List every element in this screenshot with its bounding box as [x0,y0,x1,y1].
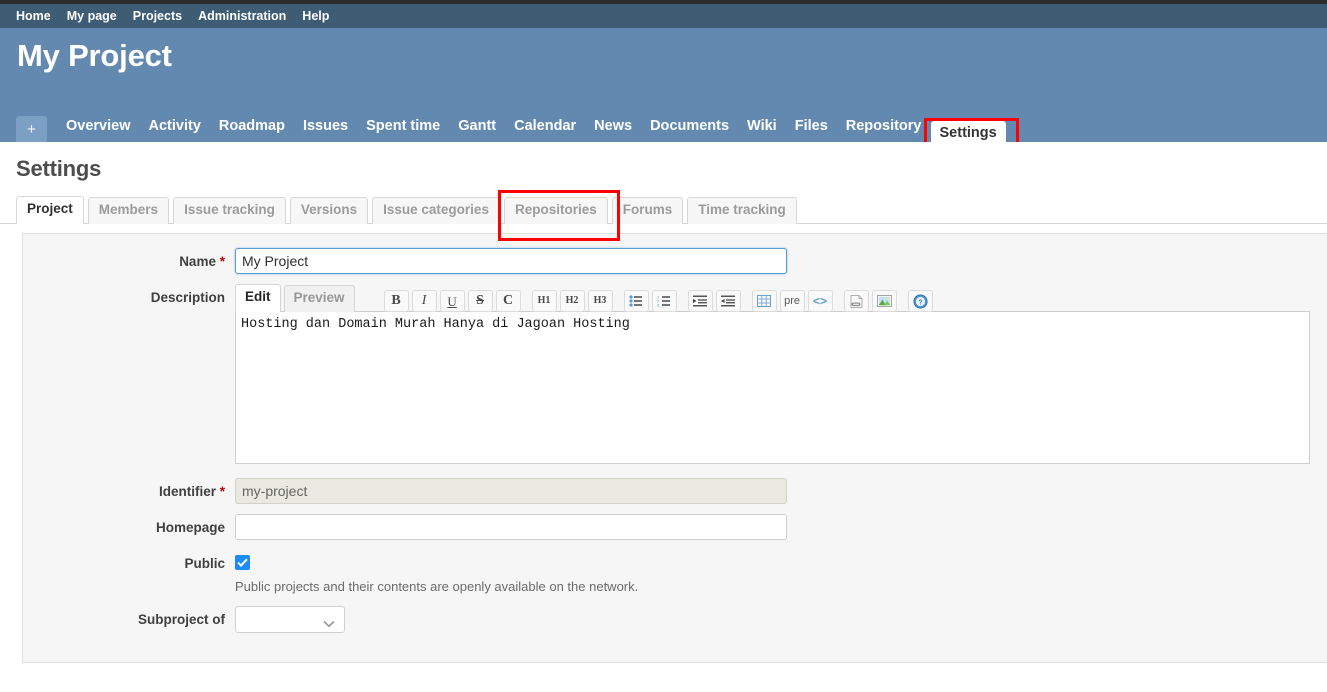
description-label: Description [23,284,235,307]
strikethrough-icon[interactable]: S [468,290,493,312]
table-icon[interactable] [752,290,777,312]
subproject-label: Subproject of [23,606,235,629]
field-row-identifier: Identifier * [23,478,1327,504]
heading-1-icon[interactable]: H1 [532,290,557,312]
project-tab-issues[interactable]: Issues [294,114,357,142]
identifier-label: Identifier * [23,478,235,501]
name-input[interactable] [235,248,787,274]
nav-my-page[interactable]: My page [59,4,125,28]
description-toolbar: B I U S C H1 H2 H3 [384,290,933,312]
code-inline-icon[interactable]: C [496,290,521,312]
italic-icon[interactable]: I [412,290,437,312]
public-label: Public [23,550,235,573]
help-icon[interactable]: ? [908,290,933,312]
preformatted-icon[interactable]: pre [780,290,805,312]
homepage-label: Homepage [23,514,235,537]
project-tab-repository[interactable]: Repository [837,114,931,142]
project-menu: + Overview Activity Roadmap Issues Spent… [0,108,1327,142]
subproject-select-wrap [235,606,345,633]
indent-right-icon[interactable] [688,290,713,312]
add-project-item-button[interactable]: + [16,116,47,142]
field-row-public: Public [23,550,1327,573]
project-tab-overview[interactable]: Overview [57,114,140,142]
name-label: Name * [23,248,235,271]
top-navigation-bar: Home My page Projects Administration Hel… [0,4,1327,28]
subtab-repositories[interactable]: Repositories [504,197,608,224]
project-tab-calendar[interactable]: Calendar [505,114,585,142]
subtab-versions[interactable]: Versions [290,197,368,224]
ordered-list-icon[interactable]: 1 2 3 [652,290,677,312]
subtab-issue-categories[interactable]: Issue categories [372,197,500,224]
project-tab-files[interactable]: Files [786,114,837,142]
project-title: My Project [17,38,172,74]
project-tab-wiki[interactable]: Wiki [738,114,786,142]
page-title: Settings [0,142,1327,182]
homepage-input[interactable] [235,514,787,540]
description-textarea[interactable] [235,311,1310,464]
image-icon[interactable] [872,290,897,312]
project-tab-news[interactable]: News [585,114,641,142]
subproject-select[interactable] [235,606,345,633]
project-tab-spent-time[interactable]: Spent time [357,114,449,142]
underline-icon[interactable]: U [440,290,465,312]
public-hint-spacer [23,575,235,580]
public-checkbox[interactable] [235,555,250,570]
unordered-list-icon[interactable] [624,290,649,312]
public-hint-row: Public projects and their contents are o… [23,575,1327,596]
heading-3-icon[interactable]: H3 [588,290,613,312]
subtab-issue-tracking[interactable]: Issue tracking [173,197,286,224]
subtab-project[interactable]: Project [16,196,84,224]
nav-administration[interactable]: Administration [190,4,294,28]
svg-text:?: ? [918,299,922,306]
field-row-name: Name * [23,248,1327,274]
subtab-members[interactable]: Members [88,197,169,224]
heading-2-icon[interactable]: H2 [560,290,585,312]
main-content: Settings Project Members Issue tracking … [0,142,1327,686]
identifier-input [235,478,787,504]
nav-home[interactable]: Home [8,4,59,28]
identifier-label-text: Identifier [159,484,216,499]
project-tab-documents[interactable]: Documents [641,114,738,142]
project-tab-activity[interactable]: Activity [140,114,210,142]
field-row-homepage: Homepage [23,514,1327,540]
description-editor-tabs: Edit Preview B I U S C H1 H2 H3 [235,284,1310,312]
subtab-time-tracking[interactable]: Time tracking [687,197,797,224]
field-row-description: Description Edit Preview B I U S C H1 H2… [23,284,1327,464]
public-hint-text: Public projects and their contents are o… [235,575,638,596]
repositories-subtab-highlight-box: Repositories [504,196,612,223]
description-editor: Edit Preview B I U S C H1 H2 H3 [235,284,1310,464]
editor-tab-preview[interactable]: Preview [284,285,355,312]
nav-help[interactable]: Help [294,4,337,28]
svg-text:3: 3 [657,303,660,308]
settings-subtabs: Project Members Issue tracking Versions … [0,196,1327,224]
bold-icon[interactable]: B [384,290,409,312]
editor-tab-edit[interactable]: Edit [235,284,281,312]
project-tab-roadmap[interactable]: Roadmap [210,114,294,142]
field-row-subproject: Subproject of [23,606,1327,633]
project-settings-form: Name * Description Edit Preview B I U S … [22,233,1327,663]
identifier-required-marker: * [220,484,225,499]
name-required-marker: * [220,254,225,269]
code-block-icon[interactable]: <> [808,290,833,312]
settings-tab-highlight-box: Settings [931,124,1006,142]
indent-left-icon[interactable] [716,290,741,312]
name-label-text: Name [179,254,216,269]
subtab-forums[interactable]: Forums [612,197,684,224]
link-icon[interactable] [844,290,869,312]
project-tab-gantt[interactable]: Gantt [449,114,505,142]
project-header: My Project + Overview Activity Roadmap I… [0,28,1327,142]
nav-projects[interactable]: Projects [125,4,190,28]
